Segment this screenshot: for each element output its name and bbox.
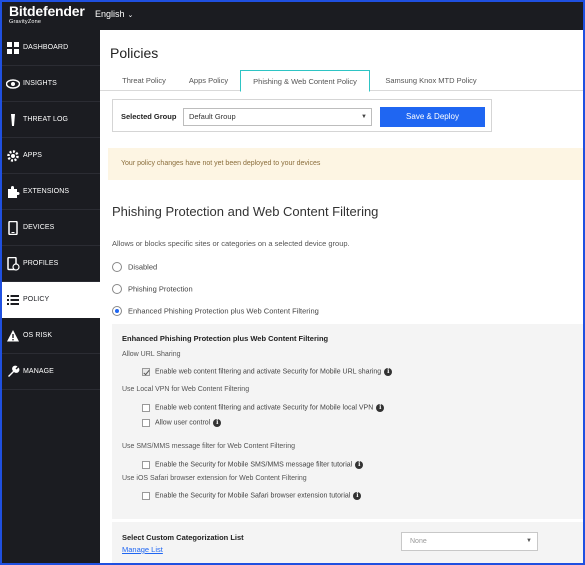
sidebar-item-label: EXTENSIONS bbox=[23, 188, 70, 195]
url-sharing-label: Allow URL Sharing bbox=[122, 351, 181, 358]
sidebar-item-label: APPS bbox=[23, 152, 43, 159]
puzzle-icon bbox=[8, 186, 20, 198]
selected-group-label: Selected Group bbox=[121, 112, 177, 121]
language-selector[interactable]: English ⌄ bbox=[95, 9, 133, 19]
chevron-down-icon: ⌄ bbox=[127, 12, 134, 19]
gear-icon bbox=[7, 150, 19, 162]
enhanced-options-panel: Enhanced Phishing Protection plus Web Co… bbox=[112, 324, 583, 519]
group-selector-panel: Selected Group Default Group ▼ Save & De… bbox=[112, 99, 492, 132]
list-icon bbox=[7, 295, 19, 305]
sidebar-item-label: DASHBOARD bbox=[23, 44, 69, 51]
categorization-list-value: None bbox=[410, 538, 427, 545]
group-dropdown-value: Default Group bbox=[189, 112, 236, 121]
section-description: Allows or blocks specific sites or categ… bbox=[112, 239, 350, 248]
radio-phishing-protection[interactable]: Phishing Protection bbox=[112, 284, 193, 295]
options-title: Enhanced Phishing Protection plus Web Co… bbox=[122, 334, 329, 343]
info-icon[interactable]: i bbox=[213, 419, 222, 427]
user-control-checkbox[interactable] bbox=[142, 419, 150, 427]
user-control-text: Allow user control bbox=[155, 419, 211, 427]
radio-disabled[interactable]: Disabled bbox=[112, 262, 158, 273]
safari-extension-checkbox[interactable] bbox=[142, 492, 150, 500]
tab-samsung-knox-mtd-policy[interactable]: Samsung Knox MTD Policy bbox=[372, 70, 490, 91]
main-content: Policies Threat Policy Apps Policy Phish… bbox=[100, 30, 583, 563]
categorization-list-dropdown[interactable]: None ▼ bbox=[401, 532, 538, 551]
user-control-option[interactable]: Allow user control i bbox=[142, 419, 222, 427]
local-vpn-text: Enable web content filtering and activat… bbox=[155, 404, 374, 412]
radio-enhanced-phishing[interactable]: Enhanced Phishing Protection plus Web Co… bbox=[112, 306, 319, 317]
custom-categorization-panel: Select Custom Categorization List Manage… bbox=[112, 522, 583, 563]
radio-label: Phishing Protection bbox=[128, 284, 193, 294]
info-icon[interactable]: i bbox=[376, 404, 385, 412]
sidebar-item-label: THREAT LOG bbox=[23, 116, 69, 123]
sms-filter-checkbox[interactable] bbox=[142, 461, 150, 469]
undeployed-notice: Your policy changes have not yet been de… bbox=[108, 148, 583, 180]
sidebar-item-os-risk[interactable]: OS RISK bbox=[2, 318, 100, 354]
info-icon[interactable]: i bbox=[384, 368, 393, 376]
custom-list-title: Select Custom Categorization List bbox=[122, 533, 244, 542]
brand-name: Bitdefender bbox=[9, 3, 85, 19]
caret-down-icon: ▼ bbox=[526, 538, 532, 544]
local-vpn-checkbox[interactable] bbox=[142, 404, 150, 412]
page-title: Policies bbox=[110, 45, 159, 61]
info-icon[interactable]: i bbox=[353, 492, 362, 500]
sidebar-item-policy[interactable]: POLICY bbox=[2, 282, 100, 318]
section-title: Phishing Protection and Web Content Filt… bbox=[112, 204, 379, 219]
threat-log-icon bbox=[11, 114, 15, 126]
info-icon[interactable]: i bbox=[355, 461, 364, 469]
group-dropdown[interactable]: Default Group ▼ bbox=[183, 108, 372, 126]
radio-button[interactable] bbox=[112, 284, 122, 295]
sidebar-item-label: MANAGE bbox=[23, 368, 54, 375]
sms-filter-text: Enable the Security for Mobile SMS/MMS m… bbox=[155, 461, 353, 469]
url-sharing-checkbox[interactable] bbox=[142, 368, 150, 376]
tab-threat-policy[interactable]: Threat Policy bbox=[112, 70, 176, 91]
tab-apps-policy[interactable]: Apps Policy bbox=[180, 70, 237, 91]
save-deploy-button[interactable]: Save & Deploy bbox=[380, 107, 485, 127]
sidebar-item-label: OS RISK bbox=[23, 332, 53, 339]
brand-logo[interactable]: Bitdefender GravityZone bbox=[9, 3, 85, 26]
radio-button[interactable] bbox=[112, 262, 122, 273]
radio-label: Enhanced Phishing Protection plus Web Co… bbox=[128, 306, 319, 316]
sidebar-item-label: POLICY bbox=[23, 296, 50, 303]
profile-icon bbox=[7, 257, 20, 271]
sms-filter-option[interactable]: Enable the Security for Mobile SMS/MMS m… bbox=[142, 461, 364, 469]
policy-tabs: Threat Policy Apps Policy Phishing & Web… bbox=[100, 70, 583, 92]
sidebar-item-label: INSIGHTS bbox=[23, 80, 57, 87]
sidebar-item-insights[interactable]: INSIGHTS bbox=[2, 66, 100, 102]
brand-subtitle: GravityZone bbox=[9, 19, 42, 25]
local-vpn-option[interactable]: Enable web content filtering and activat… bbox=[142, 404, 385, 412]
app-window: Bitdefender GravityZone English ⌄ DASHBOA… bbox=[2, 2, 583, 563]
manage-list-link[interactable]: Manage List bbox=[122, 545, 163, 554]
url-sharing-option[interactable]: Enable web content filtering and activat… bbox=[142, 368, 393, 376]
sidebar: DASHBOARD INSIGHTS THREAT LOG APPS EXTEN… bbox=[2, 30, 100, 563]
safari-extension-text: Enable the Security for Mobile Safari br… bbox=[155, 492, 351, 500]
sidebar-item-extensions[interactable]: EXTENSIONS bbox=[2, 174, 100, 210]
caret-down-icon: ▼ bbox=[361, 114, 367, 120]
url-sharing-text: Enable web content filtering and activat… bbox=[155, 368, 382, 376]
top-bar: Bitdefender GravityZone English ⌄ bbox=[2, 2, 583, 30]
sidebar-item-devices[interactable]: DEVICES bbox=[2, 210, 100, 246]
safari-extension-option[interactable]: Enable the Security for Mobile Safari br… bbox=[142, 492, 362, 500]
eye-icon bbox=[6, 79, 20, 89]
tab-phishing-web-content-policy[interactable]: Phishing & Web Content Policy bbox=[240, 70, 370, 92]
sms-filter-label: Use SMS/MMS message filter for Web Conte… bbox=[122, 443, 295, 450]
local-vpn-label: Use Local VPN for Web Content Filtering bbox=[122, 386, 250, 393]
language-label: English bbox=[95, 9, 125, 19]
dashboard-icon bbox=[7, 42, 19, 54]
device-icon bbox=[8, 221, 18, 235]
sidebar-item-profiles[interactable]: PROFILES bbox=[2, 246, 100, 282]
safari-extension-label: Use iOS Safari browser extension for Web… bbox=[122, 475, 307, 482]
warning-icon bbox=[7, 330, 19, 342]
radio-button-selected[interactable] bbox=[112, 306, 122, 317]
radio-label: Disabled bbox=[128, 262, 158, 272]
sidebar-item-manage[interactable]: MANAGE bbox=[2, 354, 100, 390]
sidebar-item-apps[interactable]: APPS bbox=[2, 138, 100, 174]
sidebar-item-threat-log[interactable]: THREAT LOG bbox=[2, 102, 100, 138]
wrench-icon bbox=[8, 365, 20, 377]
sidebar-item-dashboard[interactable]: DASHBOARD bbox=[2, 30, 100, 66]
sidebar-item-label: PROFILES bbox=[23, 260, 59, 267]
sidebar-item-label: DEVICES bbox=[23, 224, 55, 231]
